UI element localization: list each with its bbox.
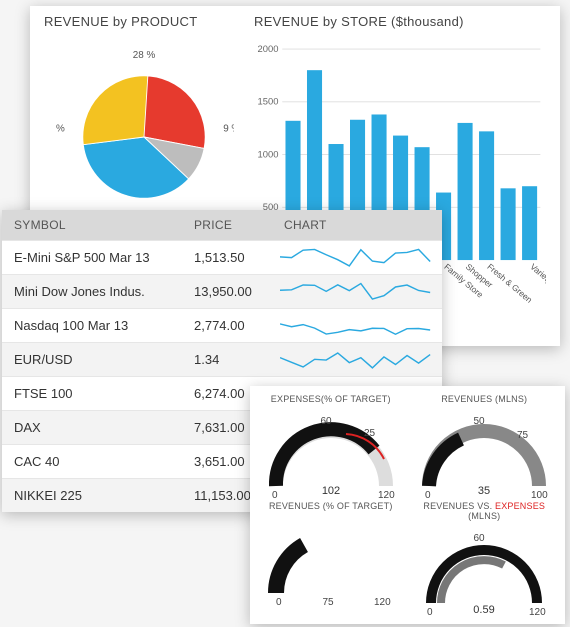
svg-text:60: 60 bbox=[474, 533, 486, 544]
svg-text:0.59: 0.59 bbox=[474, 604, 495, 616]
svg-text:9 %: 9 % bbox=[223, 124, 234, 135]
cell-price: 1.34 bbox=[182, 343, 272, 377]
cell-symbol: FTSE 100 bbox=[2, 377, 182, 411]
pie-title: REVENUE by PRODUCT bbox=[44, 14, 244, 29]
gauge-svg: 0 60 120 25 102 bbox=[256, 406, 406, 501]
cell-symbol: E-Mini S&P 500 Mar 13 bbox=[2, 241, 182, 275]
gauge-svg: 0 60 120 0.59 bbox=[409, 523, 559, 618]
svg-text:120: 120 bbox=[378, 490, 395, 501]
cell-price: 2,774.00 bbox=[182, 309, 272, 343]
cell-symbol: Nasdaq 100 Mar 13 bbox=[2, 309, 182, 343]
svg-text:75: 75 bbox=[322, 597, 334, 608]
cell-symbol: NIKKEI 225 bbox=[2, 479, 182, 513]
svg-text:75: 75 bbox=[517, 430, 529, 441]
svg-text:50: 50 bbox=[474, 416, 486, 427]
svg-text:28 %: 28 % bbox=[133, 50, 156, 61]
table-row[interactable]: Nasdaq 100 Mar 132,774.00 bbox=[2, 309, 442, 343]
gauge-title: REVENUES (MLNS) bbox=[441, 394, 527, 404]
gauge-title: REVENUES (% OF TARGET) bbox=[269, 501, 393, 511]
svg-text:1000: 1000 bbox=[258, 148, 279, 159]
cell-symbol: EUR/USD bbox=[2, 343, 182, 377]
svg-text:100: 100 bbox=[531, 490, 548, 501]
svg-text:35: 35 bbox=[478, 485, 490, 497]
cell-sparkline bbox=[272, 241, 442, 275]
cell-symbol: DAX bbox=[2, 411, 182, 445]
gauge-rev-vs-exp: REVENUES VS. EXPENSES (MLNS) 0 60 120 0.… bbox=[408, 501, 562, 618]
gauge-expenses-target: EXPENSES(% OF TARGET) 0 60 120 25 102 bbox=[254, 394, 408, 501]
svg-text:120: 120 bbox=[529, 607, 546, 618]
gauges-panel: EXPENSES(% OF TARGET) 0 60 120 25 102 RE… bbox=[250, 386, 565, 624]
gauge-title: REVENUES VS. EXPENSES (MLNS) bbox=[408, 501, 562, 521]
svg-text:28 %: 28 % bbox=[54, 124, 65, 135]
gauge-revenues-mlns: REVENUES (MLNS) 0 50 75 100 35 bbox=[408, 394, 562, 501]
col-symbol: SYMBOL bbox=[2, 210, 182, 241]
cell-price: 13,950.00 bbox=[182, 275, 272, 309]
svg-text:0: 0 bbox=[427, 607, 433, 618]
gauge-svg: 0 75 120 bbox=[256, 513, 406, 608]
svg-text:Variety: Variety bbox=[528, 261, 546, 286]
cell-symbol: CAC 40 bbox=[2, 445, 182, 479]
svg-text:0: 0 bbox=[276, 597, 282, 608]
svg-text:60: 60 bbox=[320, 416, 332, 427]
cell-sparkline bbox=[272, 275, 442, 309]
svg-text:1500: 1500 bbox=[258, 96, 279, 107]
gauge-svg: 0 50 75 100 35 bbox=[409, 406, 559, 501]
col-chart: CHART bbox=[272, 210, 442, 241]
col-price: PRICE bbox=[182, 210, 272, 241]
svg-text:102: 102 bbox=[322, 485, 340, 497]
gauge-title: EXPENSES(% OF TARGET) bbox=[271, 394, 391, 404]
svg-text:0: 0 bbox=[272, 490, 278, 501]
bar-title: REVENUE by STORE ($thousand) bbox=[254, 14, 546, 29]
cell-sparkline bbox=[272, 309, 442, 343]
cell-price: 1,513.50 bbox=[182, 241, 272, 275]
table-row[interactable]: EUR/USD1.34 bbox=[2, 343, 442, 377]
pie-svg: 28 %9 %36 %28 % bbox=[54, 47, 234, 227]
table-row[interactable]: Mini Dow Jones Indus.13,950.00 bbox=[2, 275, 442, 309]
table-row[interactable]: E-Mini S&P 500 Mar 131,513.50 bbox=[2, 241, 442, 275]
cell-sparkline bbox=[272, 343, 442, 377]
svg-text:120: 120 bbox=[374, 597, 391, 608]
svg-text:0: 0 bbox=[425, 490, 431, 501]
svg-text:25: 25 bbox=[364, 428, 376, 439]
gauge-revenues-target: REVENUES (% OF TARGET) 0 75 120 bbox=[254, 501, 408, 618]
svg-text:2000: 2000 bbox=[258, 43, 279, 54]
cell-symbol: Mini Dow Jones Indus. bbox=[2, 275, 182, 309]
